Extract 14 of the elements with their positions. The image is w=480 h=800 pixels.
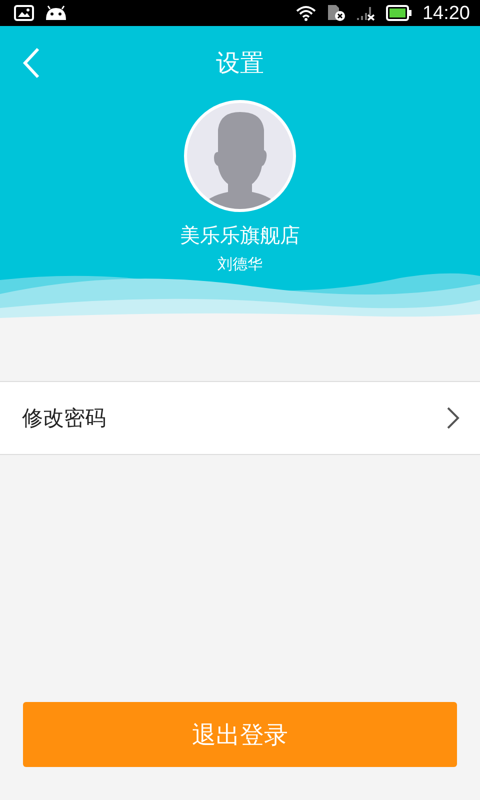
image-icon [14,5,34,21]
back-icon [21,46,41,78]
avatar-icon [184,100,296,212]
clock-time: 14:20 [422,4,470,22]
page-title: 设置 [216,48,264,79]
battery-icon [386,5,412,21]
menu-item[interactable]: 修改密码 [0,381,480,455]
no-signal-icon [356,5,376,21]
wifi-icon [296,5,316,21]
user-name: 刘德华 [216,254,264,274]
sim-card-error-icon [326,4,346,22]
chevron-right-icon [446,406,460,430]
android-icon [44,5,68,21]
store-name: 美乐乐旗舰店 [179,222,301,248]
